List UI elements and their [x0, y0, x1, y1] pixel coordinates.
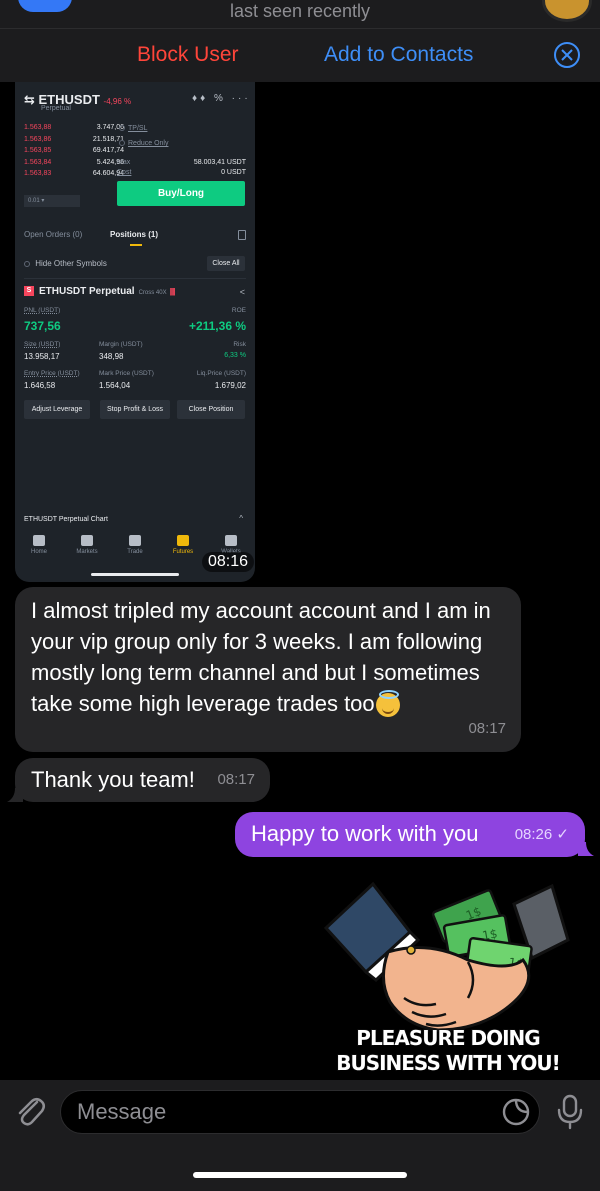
nav-markets: Markets [67, 535, 107, 555]
chat-header: last seen recently [0, 0, 600, 28]
orderbook-row: 1.563,88 3.747,06 [24, 124, 124, 136]
screenshot-image-message[interactable]: ⇆ ETHUSDT -4,96 % Perpetual ♦♦ % ··· 1.5… [15, 82, 255, 582]
quantity-select: 0.01 ▾ [24, 195, 80, 207]
toolbar-icons: ♦♦ % ··· [192, 93, 251, 104]
max-cost-values: 58.003,41 USDT 0 USDT [193, 159, 246, 176]
close-all-button: Close All [207, 256, 245, 271]
home-icon [33, 535, 45, 546]
unknown-contact-bar: Block User Add to Contacts [0, 28, 600, 82]
risk-label: Risk [233, 341, 246, 348]
image-timestamp: 08:16 [202, 552, 254, 572]
incoming-message[interactable]: I almost tripled my account account and … [15, 587, 521, 752]
orderbook-row: 1.563,84 5.424,96 [24, 159, 124, 171]
sticker-icon[interactable] [502, 1098, 530, 1126]
contact-status: last seen recently [229, 1, 371, 21]
position-title: S ETHUSDT Perpetual Cross 40X |||| [24, 286, 176, 297]
buy-long-button: Buy/Long [117, 181, 245, 206]
message-time-read: 08:26 ✓ [514, 826, 569, 843]
tab-positions: Positions (1) [110, 230, 159, 239]
smiling-halo-emoji-icon [375, 690, 400, 718]
pnl-value: 737,56 [24, 319, 61, 333]
tab-open-orders: Open Orders (0) [24, 230, 83, 239]
incoming-message[interactable]: Thank you team! 08:17 [15, 758, 270, 802]
orderbook-price: 1.563,84 [24, 158, 52, 166]
home-indicator [193, 1172, 407, 1178]
active-tab-indicator [130, 244, 142, 246]
sticker-caption: PLEASURE DOING BUSINESS WITH YOU! [335, 1025, 561, 1076]
share-icon: < [239, 287, 245, 297]
wallet-icon [225, 535, 237, 546]
risk-value: 6,33 % [224, 352, 246, 359]
document-icon [238, 230, 246, 240]
stop-profit-loss-button: Stop Profit & Loss [100, 400, 170, 419]
nav-home: Home [19, 535, 59, 555]
orderbook-row: 1.563,86 21.518,71 [24, 136, 124, 148]
block-user-button[interactable]: Block User [137, 43, 239, 67]
roe-label: ROE [231, 307, 246, 314]
mark-price-value: 1.564,04 [99, 381, 131, 390]
message-text: Thank you team! [31, 767, 195, 792]
liq-price-label: Liq.Price (USDT) [196, 370, 246, 377]
futures-icon [177, 535, 189, 546]
message-text: Happy to work with you [251, 821, 479, 846]
svg-text:1$: 1$ [481, 927, 498, 943]
size-value: 13.958,17 [24, 352, 60, 361]
screenshot-home-indicator [91, 573, 179, 576]
max-cost-labels: Max Cost [117, 159, 132, 176]
entry-price-value: 1.646,58 [24, 381, 56, 390]
chart-label: ETHUSDT Perpetual Chart [24, 516, 108, 523]
bubble-tail [578, 842, 594, 856]
chevron-up-icon: ^ [239, 514, 243, 523]
chat-screen: last seen recently Block User Add to Con… [0, 0, 600, 1191]
roe-value: +211,36 % [188, 319, 246, 333]
nav-futures: Futures [163, 535, 203, 555]
orderbook-price: 1.563,83 [24, 170, 52, 177]
pair-change: -4,96 % [103, 97, 132, 106]
entry-price-label: Entry Price (USDT) [24, 370, 80, 377]
orderbook-price: 1.563,86 [24, 135, 52, 143]
orderbook-qty: 69.417,74 [92, 147, 124, 154]
margin-label: Margin (USDT) [99, 341, 143, 348]
size-label: Size (USDT) [24, 341, 61, 348]
liq-price-value: 1.679,02 [214, 381, 246, 390]
message-input[interactable] [77, 1091, 477, 1133]
trade-icon [129, 535, 141, 546]
message-time: 08:17 [217, 771, 255, 788]
nav-trade: Trade [115, 535, 155, 555]
close-position-button: Close Position [177, 400, 245, 419]
close-icon[interactable] [554, 42, 580, 68]
reduce-only-option: Reduce Only [119, 140, 168, 147]
microphone-icon[interactable] [556, 1094, 584, 1130]
message-text: I almost tripled my account account and … [31, 598, 491, 716]
orderbook-price: 1.563,88 [24, 124, 52, 131]
paperclip-icon[interactable] [14, 1094, 46, 1128]
tpsl-option: TP/SL [119, 125, 147, 132]
divider [24, 278, 246, 279]
pnl-label: PNL (USDT) [24, 307, 61, 314]
orderbook-price: 1.563,85 [24, 147, 52, 154]
message-input-field[interactable] [60, 1090, 540, 1134]
outgoing-message[interactable]: Happy to work with you 08:26 ✓ [235, 812, 585, 857]
adjust-leverage-button: Adjust Leverage [24, 400, 90, 419]
contract-type: Perpetual [41, 105, 71, 112]
orderbook-row: 1.563,83 64.604,94 [24, 170, 124, 182]
markets-icon [81, 535, 93, 546]
orderbook-row: 1.563,85 69.417,74 [24, 147, 124, 159]
message-time: 08:17 [468, 720, 506, 737]
hide-other-symbols: Hide Other Symbols [24, 259, 107, 268]
mark-price-label: Mark Price (USDT) [99, 370, 154, 377]
margin-value: 348,98 [99, 352, 124, 361]
add-to-contacts-button[interactable]: Add to Contacts [324, 43, 473, 67]
orderbook: 1.563,88 3.747,06 1.563,86 21.518,71 1.563,8… [24, 124, 124, 182]
checkmark-icon: ✓ [556, 826, 569, 843]
